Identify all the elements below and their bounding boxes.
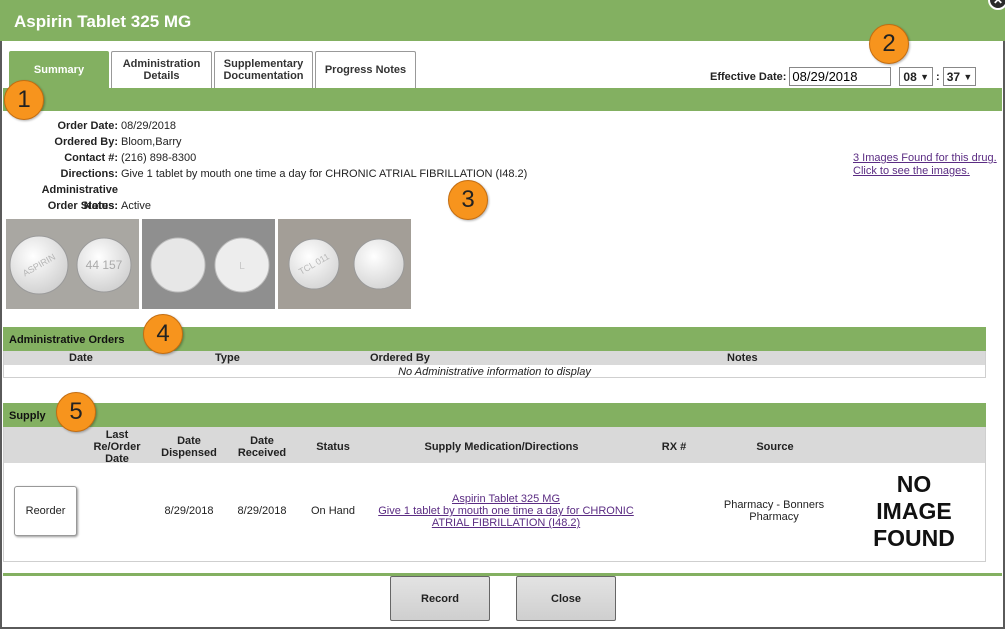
see-images-text: Click to see the images.: [853, 165, 970, 177]
supply-title: Supply: [9, 410, 46, 422]
reorder-button[interactable]: Reorder: [14, 486, 77, 536]
pill-image-2[interactable]: L: [142, 219, 275, 309]
col-status: Status: [316, 441, 350, 453]
col-last-reorder: Last Re/Order Date: [93, 429, 141, 465]
date-dispensed-value: 8/29/2018: [164, 505, 214, 517]
images-found-text: 3 Images Found for this drug.: [853, 152, 997, 164]
medication-directions: Give 1 tablet by mouth one time a day fo…: [378, 505, 634, 529]
record-label: Record: [421, 592, 459, 605]
tab-progress-notes[interactable]: Progress Notes: [315, 51, 416, 88]
effective-date-input[interactable]: [789, 67, 892, 86]
tab-supplementary-documentation[interactable]: Supplementary Documentation: [214, 51, 313, 88]
order-date-value: 08/29/2018: [121, 120, 177, 132]
ordered-by-value: Bloom,Barry: [121, 136, 182, 148]
tab-label: Administration Details: [122, 58, 201, 82]
date-received-value: 8/29/2018: [237, 505, 287, 517]
order-status-label: Order Status:: [47, 200, 118, 212]
tab-label: Progress Notes: [324, 64, 407, 76]
chevron-down-icon: ▼: [920, 71, 930, 82]
admin-orders-table: Date Type Ordered By Notes No Administra…: [3, 351, 986, 378]
col-ordered-by: Ordered By: [370, 352, 430, 364]
pill-imprint: L: [239, 261, 245, 272]
col-supply-medication: Supply Medication/Directions: [424, 441, 579, 453]
chevron-down-icon: ▼: [963, 71, 973, 82]
detail-row: Directions: Give 1 tablet by mouth one ti…: [8, 166, 528, 182]
order-date-label: Order Date:: [57, 120, 118, 132]
title-bar: Aspirin Tablet 325 MG: [0, 0, 1005, 41]
contact-value: (216) 898-8300: [121, 152, 197, 164]
close-label: Close: [551, 592, 581, 605]
admin-orders-title: Administrative Orders: [9, 334, 125, 346]
admin-orders-empty: No Administrative information to display: [398, 366, 591, 378]
pill-images: ASPIRIN 44 157 L TCL 011: [6, 219, 414, 309]
admin-notes-label: Administrative Notes:: [41, 184, 118, 212]
no-image-placeholder: NO IMAGE FOUND: [873, 471, 955, 551]
effective-date-label: Effective Date:: [710, 70, 787, 83]
callout-badge-1: 1: [4, 80, 44, 120]
tab-administration-details[interactable]: Administration Details: [111, 51, 212, 88]
reorder-label: Reorder: [25, 505, 66, 517]
callout-badge-4: 4: [143, 314, 183, 354]
callout-badge-3: 3: [448, 180, 488, 220]
detail-row: Contact #: (216) 898-8300: [8, 150, 527, 166]
drug-images-link[interactable]: 3 Images Found for this drug. Click to s…: [853, 152, 997, 178]
medication-name: Aspirin Tablet 325 MG: [451, 493, 561, 505]
directions-label: Directions:: [60, 168, 118, 180]
col-notes: Notes: [727, 352, 758, 364]
hour-select[interactable]: 08 ▼: [899, 67, 934, 86]
window-title: Aspirin Tablet 325 MG: [14, 12, 192, 31]
callout-badge-2: 2: [869, 24, 909, 64]
effective-date-group: Effective Date: 08 ▼ : 37 ▼: [710, 67, 977, 86]
col-date: Date: [69, 352, 93, 364]
col-date-dispensed: Date Dispensed: [161, 435, 217, 459]
ordered-by-label: Ordered By:: [54, 136, 118, 148]
tab-bar: Summary Administration Details Supplemen…: [9, 51, 418, 88]
hour-value: 08: [903, 69, 917, 84]
tab-label: Summary: [33, 64, 85, 76]
col-type: Type: [215, 352, 240, 364]
col-date-received: Date Received: [237, 435, 287, 459]
status-value: On Hand: [310, 505, 356, 517]
pill-imprint: 44 157: [86, 258, 123, 272]
minute-select[interactable]: 37 ▼: [942, 67, 977, 86]
supply-columns: Last Re/Order Date Date Dispensed Date R…: [4, 427, 985, 465]
time-separator: :: [936, 70, 940, 83]
detail-row: Order Date: 08/29/2018: [8, 118, 527, 134]
tab-label: Supplementary Documentation: [223, 58, 304, 82]
supply-table: Last Re/Order Date Date Dispensed Date R…: [3, 427, 986, 562]
pill-image-1[interactable]: ASPIRIN 44 157: [6, 219, 139, 309]
col-rx: RX #: [661, 441, 687, 453]
supply-header: Supply: [3, 403, 986, 427]
minute-value: 37: [946, 69, 961, 84]
footer-divider: [3, 573, 1002, 576]
pill-image-3[interactable]: TCL 011: [278, 219, 411, 309]
supply-row: Reorder 8/29/2018 8/29/2018 On Hand Aspi…: [4, 463, 985, 558]
admin-orders-columns: Date Type Ordered By Notes: [4, 351, 985, 365]
supply-medication-link[interactable]: Aspirin Tablet 325 MG Give 1 tablet by m…: [376, 493, 636, 529]
col-source: Source: [756, 441, 794, 453]
detail-row: Ordered By: Bloom,Barry: [8, 134, 527, 150]
callout-badge-5: 5: [56, 392, 96, 432]
tab-underline-bar: [3, 88, 1002, 111]
close-button[interactable]: Close: [516, 576, 616, 621]
contact-label: Contact #:: [64, 152, 118, 164]
source-value: Pharmacy - Bonners Pharmacy: [723, 499, 825, 523]
order-status-value: Active: [121, 200, 151, 212]
record-button[interactable]: Record: [390, 576, 490, 621]
